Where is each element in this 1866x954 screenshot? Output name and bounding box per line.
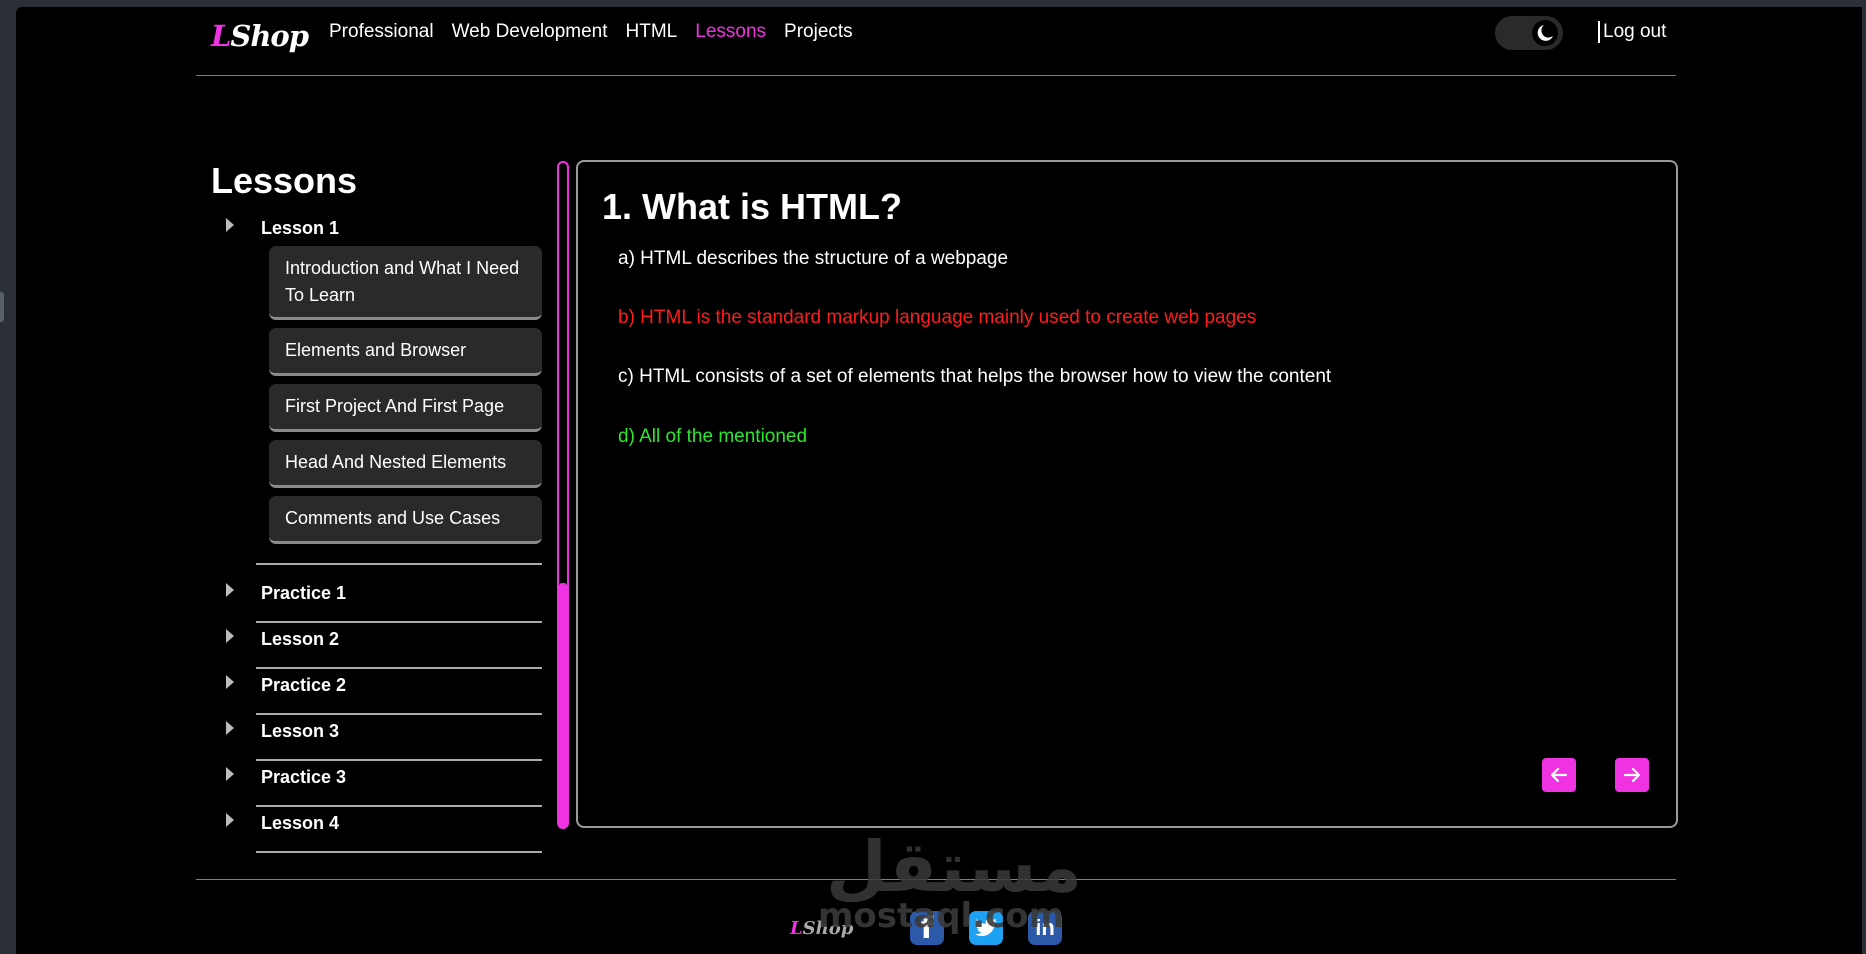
lessons-tree: Lesson 1 Introduction and What I Need To…: [226, 212, 542, 853]
tree-item-label: Lesson 1: [261, 218, 340, 238]
logo[interactable]: LShop: [211, 19, 309, 53]
question-title: 1. What is HTML?: [602, 186, 902, 227]
main-nav: Professional Web Development HTML Lesson…: [329, 21, 853, 43]
answer-c[interactable]: c) HTML consists of a set of elements th…: [618, 366, 1331, 388]
window-edge-handle: [0, 292, 4, 322]
tree-item-label: Practice 2: [261, 675, 347, 695]
tree-item-lesson-2[interactable]: Lesson 2: [226, 623, 542, 669]
question-panel: 1. What is HTML? a) HTML describes the s…: [576, 160, 1678, 828]
lesson-1-topics: Introduction and What I Need To Learn El…: [256, 246, 542, 565]
nav-lessons[interactable]: Lessons: [695, 21, 766, 43]
sidebar-title: Lessons: [211, 160, 358, 201]
topic-comments-use-cases[interactable]: Comments and Use Cases: [269, 496, 542, 544]
logout-link[interactable]: Log out: [1598, 21, 1666, 43]
answer-b[interactable]: b) HTML is the standard markup language …: [618, 307, 1256, 329]
tree-item-label: Lesson 2: [261, 629, 340, 649]
caret-icon: [226, 218, 234, 232]
caret-icon: [226, 583, 234, 597]
next-question-button[interactable]: [1615, 758, 1649, 792]
caret-icon: [226, 675, 234, 689]
tree-item-practice-3[interactable]: Practice 3: [226, 761, 542, 807]
caret-icon: [226, 813, 234, 827]
tree-item-lesson-4[interactable]: Lesson 4: [226, 807, 542, 853]
tree-item-practice-1[interactable]: Practice 1: [226, 577, 542, 623]
caret-icon: [226, 721, 234, 735]
tree-item-lesson-1[interactable]: Lesson 1: [226, 212, 542, 244]
nav-projects[interactable]: Projects: [784, 21, 853, 43]
tree-item-lesson-3[interactable]: Lesson 3: [226, 715, 542, 761]
logo-text: Shop: [230, 19, 309, 53]
answer-d[interactable]: d) All of the mentioned: [618, 426, 807, 448]
scrollbar-thumb[interactable]: [559, 583, 567, 827]
footer-logo-letter: L: [790, 918, 803, 939]
caret-icon: [226, 629, 234, 643]
nav-professional[interactable]: Professional: [329, 21, 434, 43]
tree-item-label: Lesson 4: [261, 813, 340, 833]
tree-item-label: Practice 1: [261, 583, 347, 603]
caret-icon: [226, 767, 234, 781]
watermark-latin: mostaql.com: [818, 896, 1065, 936]
topic-introduction[interactable]: Introduction and What I Need To Learn: [269, 246, 542, 320]
watermark: مستقل mostaql.com: [818, 826, 1082, 940]
tree-item-label: Practice 3: [261, 767, 347, 787]
topic-head-nested[interactable]: Head And Nested Elements: [269, 440, 542, 488]
arrow-right-icon: [1623, 767, 1641, 783]
previous-question-button[interactable]: [1542, 758, 1576, 792]
divider: [256, 851, 542, 853]
nav-html[interactable]: HTML: [626, 21, 678, 43]
topic-first-project[interactable]: First Project And First Page: [269, 384, 542, 432]
tree-item-label: Lesson 3: [261, 721, 340, 741]
sidebar-scrollbar[interactable]: [557, 161, 569, 829]
logo-letter: L: [211, 19, 231, 53]
nav-web-development[interactable]: Web Development: [452, 21, 608, 43]
dark-mode-toggle[interactable]: [1495, 16, 1563, 50]
answer-a[interactable]: a) HTML describes the structure of a web…: [618, 248, 1008, 270]
arrow-left-icon: [1550, 767, 1568, 783]
topic-elements-browser[interactable]: Elements and Browser: [269, 328, 542, 376]
top-header: LShop Professional Web Development HTML …: [196, 7, 1676, 76]
window-edge: [1862, 0, 1866, 954]
tree-item-practice-2[interactable]: Practice 2: [226, 669, 542, 715]
moon-icon: [1537, 25, 1553, 41]
